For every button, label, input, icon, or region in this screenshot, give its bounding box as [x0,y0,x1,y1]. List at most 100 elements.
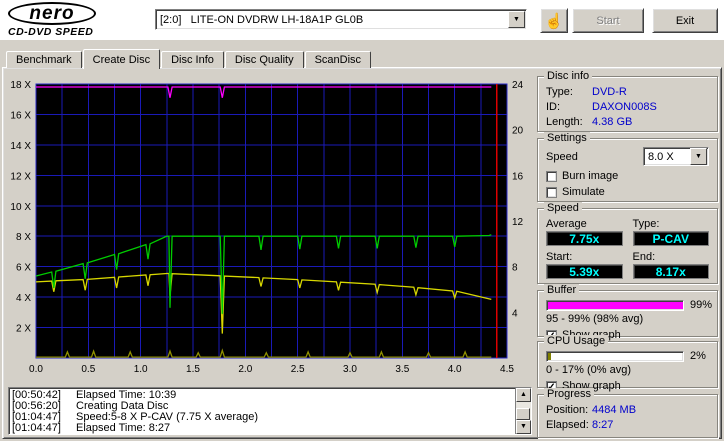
buffer-group: Buffer 99% 95 - 99% (98% avg) ✓ Show gra… [537,284,718,342]
disc-length-row: Length: 4.38 GB [538,116,717,128]
svg-text:4.0: 4.0 [448,364,462,375]
eject-button[interactable]: ☝ [540,8,568,33]
average-value: 7.75x [546,231,623,246]
dropdown-arrow-icon[interactable]: ▼ [690,148,707,165]
svg-text:24: 24 [512,80,524,91]
svg-text:2.0: 2.0 [238,364,252,375]
tab-benchmark[interactable]: Benchmark [6,51,82,68]
position-row: Position: 4484 MB [538,404,717,416]
elapsed-row: Elapsed: 8:27 [538,419,717,431]
buffer-meter [546,299,684,311]
checkbox-icon[interactable] [546,170,557,182]
disc-id-label: ID: [546,101,561,113]
svg-text:3.0: 3.0 [343,364,357,375]
svg-text:2.5: 2.5 [291,364,305,375]
drive-select-value: [2:0] LITE-ON DVDRW LH-18A1P GL0B [160,13,364,26]
cpu-range: 0 - 17% (0% avg) [546,364,631,376]
status-log: [00:50:42] Elapsed Time: 10:39 [00:56:20]… [8,387,532,435]
nero-logo-subtitle: CD-DVD SPEED [8,26,94,38]
svg-text:18 X: 18 X [10,80,31,91]
scrollbar-track[interactable] [516,402,531,420]
speed-values-grid: Average Type: 7.75x P-CAV Start: End: 5.… [538,209,717,283]
tab-disc-info[interactable]: Disc Info [161,51,224,68]
svg-text:1.5: 1.5 [186,364,200,375]
svg-text:1.0: 1.0 [134,364,148,375]
svg-text:16: 16 [512,171,524,182]
disc-info-group: Disc info Type: DVD-R ID: DAXON008S Leng… [537,70,718,132]
position-label: Position: [546,404,589,416]
header-bar: nero CD-DVD SPEED [2:0] LITE-ON DVDRW LH… [0,0,724,40]
group-title: CPU Usage [544,335,609,347]
svg-text:12: 12 [512,217,524,228]
group-title: Speed [544,202,582,214]
simulate-label: Simulate [562,186,605,198]
svg-text:8 X: 8 X [16,232,31,243]
nero-logo: nero CD-DVD SPEED [8,2,148,38]
log-text: Elapsed Time: 8:27 [76,422,171,434]
tab-bar: Benchmark Create Disc Disc Info Disc Qua… [6,48,372,69]
cpu-percent: 2% [690,350,706,362]
disc-length-value: 4.38 GB [592,116,633,128]
svg-text:2 X: 2 X [16,324,31,335]
end-speed-value: 8.17x [632,264,709,279]
disc-id-value: DAXON008S [592,101,657,113]
svg-text:8: 8 [512,263,518,274]
elapsed-label: Elapsed: [546,419,589,431]
svg-text:20: 20 [512,126,524,137]
exit-button[interactable]: Exit [652,8,718,33]
burn-image-label: Burn image [562,170,619,182]
svg-text:3.5: 3.5 [395,364,409,375]
svg-text:12 X: 12 X [10,171,31,182]
disc-type-row: Type: DVD-R [538,86,717,98]
dropdown-arrow-icon[interactable]: ▼ [508,11,525,28]
group-title: Settings [544,132,590,144]
tab-disc-quality[interactable]: Disc Quality [224,51,304,68]
scroll-down-icon[interactable]: ▼ [516,420,531,434]
svg-text:0.0: 0.0 [29,364,43,375]
buffer-range: 95 - 99% (98% avg) [546,313,644,325]
log-timestamp: [01:04:47] [12,422,61,434]
svg-text:0.5: 0.5 [81,364,95,375]
scroll-up-icon[interactable]: ▲ [516,388,531,402]
group-title: Disc info [544,70,593,82]
burn-image-checkbox[interactable]: Burn image [538,170,717,182]
elapsed-value: 8:27 [592,419,614,431]
scrollbar-thumb[interactable] [516,408,530,420]
simulate-checkbox[interactable]: Simulate [538,186,717,198]
log-line: [01:04:47] Elapsed Time: 8:27 [12,423,515,434]
svg-text:6 X: 6 X [16,263,31,274]
tab-scandisc[interactable]: ScanDisc [304,51,372,68]
start-speed-label: Start: [546,251,573,263]
write-speed-chart: 2 X 4 X 6 X 8 X 10 X 12 X 14 X 16 X 18 X 4 8 12 16 20… [10,80,524,375]
speed-group: Speed Average Type: 7.75x P-CAV Start: E… [537,202,718,284]
progress-group: Progress Position: 4484 MB Elapsed: 8:27 [537,388,718,438]
disc-type-label: Type: [546,86,573,98]
svg-text:4.5: 4.5 [500,364,514,375]
svg-text:4 X: 4 X [16,293,31,304]
start-button[interactable]: Start [572,8,644,33]
buffer-meter-fill [548,301,683,309]
svg-text:4: 4 [512,308,518,319]
log-scrollbar[interactable]: ▲ ▼ [515,388,531,434]
cpu-meter [546,350,684,362]
speed-select[interactable]: 8.0 X ▼ [643,147,709,166]
speed-setting-label: Speed [546,150,578,163]
buffer-percent: 99% [690,299,713,311]
hand-icon: ☝ [544,12,564,30]
type-value: P-CAV [632,231,709,246]
status-log-lines: [00:50:42] Elapsed Time: 10:39 [00:56:20]… [9,388,515,434]
cpu-usage-group: CPU Usage 2% 0 - 17% (0% avg) ✓ Show gra… [537,335,718,393]
position-value: 4484 MB [592,404,637,416]
drive-select[interactable]: [2:0] LITE-ON DVDRW LH-18A1P GL0B ▼ [155,9,527,30]
svg-text:10 X: 10 X [10,202,31,213]
speed-select-value: 8.0 X [648,150,674,163]
end-speed-label: End: [632,251,656,263]
tab-create-disc[interactable]: Create Disc [82,49,161,69]
group-title: Progress [544,388,595,400]
nero-logo-wordmark: nero [8,2,96,25]
average-label: Average [546,218,587,230]
cpu-meter-fill [548,352,551,360]
group-title: Buffer [544,284,580,296]
checkbox-icon[interactable] [546,186,557,198]
disc-type-value: DVD-R [592,86,627,98]
